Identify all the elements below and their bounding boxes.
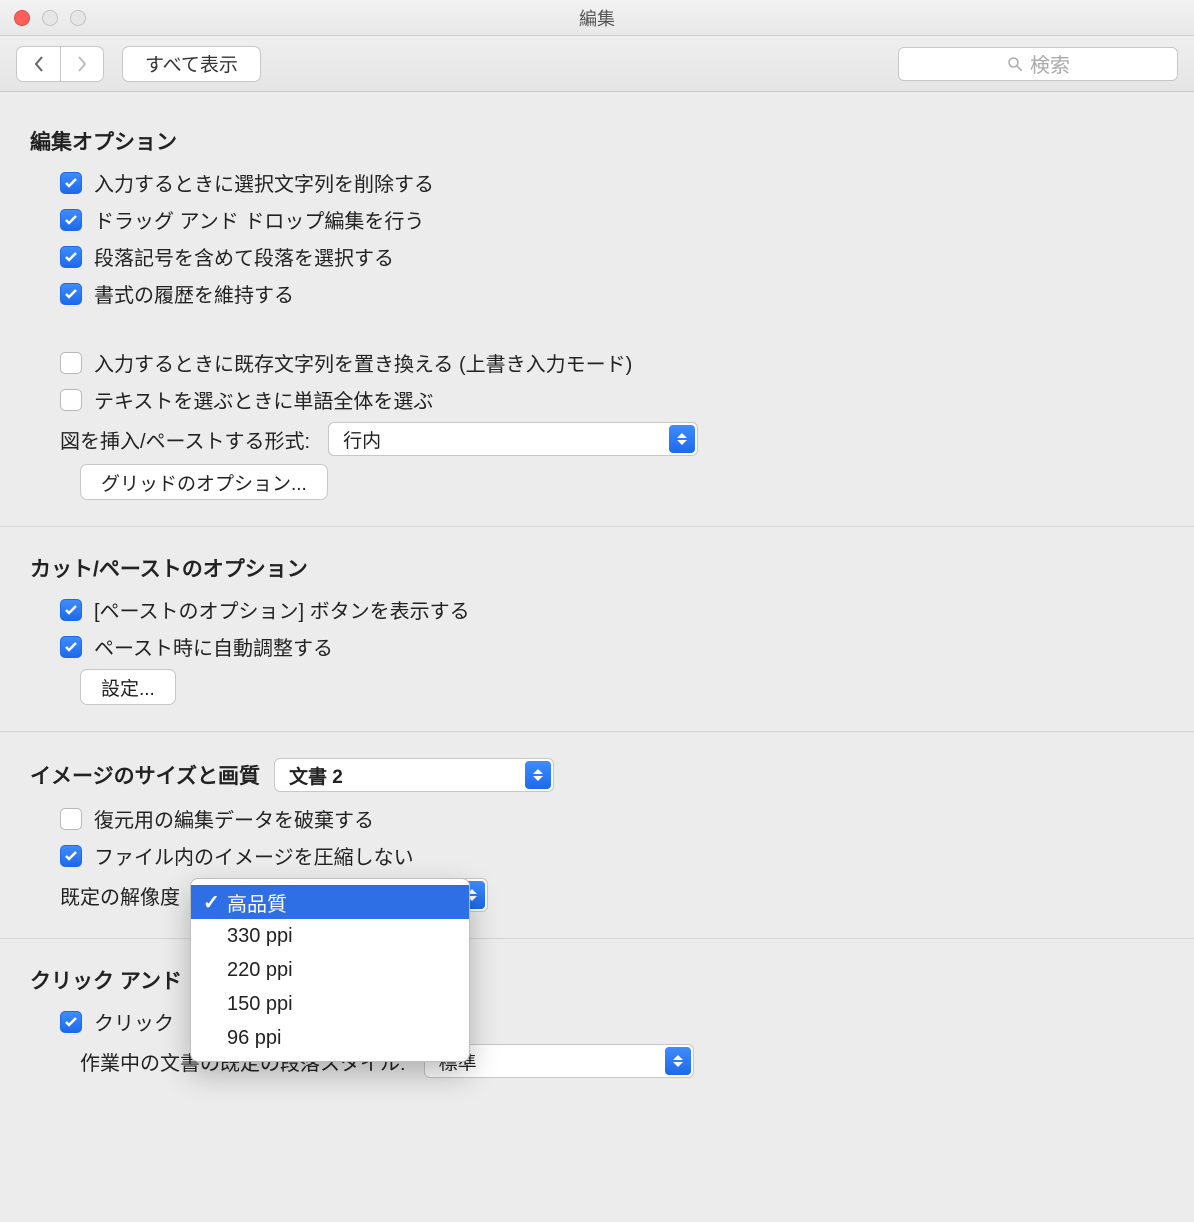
default-resolution-label: 既定の解像度: [60, 881, 180, 910]
opt-drag-drop-editing: ドラッグ アンド ドロップ編集を行う: [60, 205, 1164, 234]
opt-select-paragraph-mark: 段落記号を含めて段落を選択する: [60, 242, 1164, 271]
checkbox-drag-drop[interactable]: [60, 209, 82, 231]
nav-buttons: [16, 46, 104, 82]
updown-icon: [665, 1047, 691, 1075]
chevron-left-icon: [33, 56, 45, 72]
paste-settings-label: 設定...: [101, 674, 155, 701]
content: 編集オプション 入力するときに選択文字列を削除する ドラッグ アンド ドロップ編…: [0, 92, 1194, 1126]
updown-icon: [669, 425, 695, 453]
titlebar: 編集: [0, 0, 1194, 36]
opt-delete-selection-on-type: 入力するときに選択文字列を削除する: [60, 168, 1164, 197]
label: ドラッグ アンド ドロップ編集を行う: [94, 205, 424, 234]
resolution-option-150ppi[interactable]: 150 ppi: [191, 987, 469, 1021]
section-image-size-title: イメージのサイズと画質: [30, 760, 260, 790]
insert-paste-label: 図を挿入/ペーストする形式:: [60, 425, 310, 454]
insert-paste-value: 行内: [343, 426, 381, 453]
opt-auto-adjust-on-paste: ペースト時に自動調整する: [60, 632, 1164, 661]
opt-keep-format-history: 書式の履歴を維持する: [60, 279, 1164, 308]
resolution-option-high-quality[interactable]: 高品質: [191, 885, 469, 919]
check-icon: [63, 175, 79, 191]
window-controls: [14, 10, 86, 26]
checkbox-select-para-mark[interactable]: [60, 246, 82, 268]
grid-options-button[interactable]: グリッドのオプション...: [80, 464, 328, 500]
paste-settings-button[interactable]: 設定...: [80, 669, 176, 705]
label: 復元用の編集データを破棄する: [94, 804, 374, 833]
grid-options-label: グリッドのオプション...: [101, 469, 307, 496]
opt-overtype-mode: 入力するときに既存文字列を置き換える (上書き入力モード): [60, 348, 1164, 377]
show-all-button[interactable]: すべて表示: [122, 46, 261, 82]
checkbox-click-and[interactable]: [60, 1011, 82, 1033]
check-icon: [63, 1014, 79, 1030]
paste-settings-row: 設定...: [80, 669, 1164, 705]
forward-button[interactable]: [60, 46, 104, 82]
show-all-label: すべて表示: [145, 50, 238, 77]
checkbox-auto-adjust-paste[interactable]: [60, 636, 82, 658]
opt-do-not-compress-images: ファイル内のイメージを圧縮しない: [60, 841, 1164, 870]
close-window-button[interactable]: [14, 10, 30, 26]
opt-show-paste-options: [ペーストのオプション] ボタンを表示する: [60, 595, 1164, 624]
check-icon: [63, 212, 79, 228]
image-size-doc-select[interactable]: 文書 2: [274, 758, 554, 792]
doc-select-value: 文書 2: [289, 762, 343, 789]
separator: [0, 526, 1194, 527]
label: テキストを選ぶときに単語全体を選ぶ: [94, 385, 433, 414]
checkbox-discard-edit-data[interactable]: [60, 808, 82, 830]
minimize-window-button[interactable]: [42, 10, 58, 26]
resolution-option-220ppi[interactable]: 220 ppi: [191, 953, 469, 987]
section-cut-paste-title: カット/ペーストのオプション: [30, 553, 1164, 583]
resolution-dropdown-menu: 高品質 330 ppi 220 ppi 150 ppi 96 ppi: [190, 878, 470, 1062]
checkbox-no-compress[interactable]: [60, 845, 82, 867]
window-title: 編集: [0, 5, 1194, 31]
section-editing-options-title: 編集オプション: [30, 126, 1164, 156]
separator: [0, 731, 1194, 732]
checkbox-overtype[interactable]: [60, 352, 82, 374]
check-icon: [63, 639, 79, 655]
label: 段落記号を含めて段落を選択する: [94, 242, 394, 271]
resolution-option-330ppi[interactable]: 330 ppi: [191, 919, 469, 953]
checkbox-show-paste-options[interactable]: [60, 599, 82, 621]
check-icon: [63, 249, 79, 265]
opt-select-whole-word: テキストを選ぶときに単語全体を選ぶ: [60, 385, 1164, 414]
label: [ペーストのオプション] ボタンを表示する: [94, 595, 470, 624]
toolbar: すべて表示 検索: [0, 36, 1194, 92]
label: ファイル内のイメージを圧縮しない: [94, 841, 414, 870]
zoom-window-button[interactable]: [70, 10, 86, 26]
grid-options-row: グリッドのオプション...: [80, 464, 1164, 500]
resolution-option-96ppi[interactable]: 96 ppi: [191, 1021, 469, 1055]
checkbox-select-whole-word[interactable]: [60, 389, 82, 411]
checkbox-format-history[interactable]: [60, 283, 82, 305]
label: ペースト時に自動調整する: [94, 632, 333, 661]
back-button[interactable]: [16, 46, 60, 82]
search-input[interactable]: 検索: [898, 47, 1178, 81]
gap: [30, 316, 1164, 340]
check-icon: [63, 286, 79, 302]
updown-icon: [525, 761, 551, 789]
separator: [0, 938, 1194, 939]
checkbox-delete-selection[interactable]: [60, 172, 82, 194]
insert-paste-select[interactable]: 行内: [328, 422, 698, 456]
check-icon: [63, 602, 79, 618]
label: 書式の履歴を維持する: [94, 279, 294, 308]
label: 入力するときに既存文字列を置き換える (上書き入力モード): [94, 348, 632, 377]
label: 入力するときに選択文字列を削除する: [94, 168, 434, 197]
section-image-size-title-row: イメージのサイズと画質 文書 2: [30, 758, 1164, 792]
search-placeholder: 検索: [1030, 49, 1070, 78]
insert-paste-format-row: 図を挿入/ペーストする形式: 行内: [60, 422, 1164, 456]
opt-discard-edit-data: 復元用の編集データを破棄する: [60, 804, 1164, 833]
chevron-right-icon: [76, 56, 88, 72]
search-icon: [1006, 55, 1024, 73]
label: クリック: [94, 1007, 174, 1036]
check-icon: [63, 848, 79, 864]
